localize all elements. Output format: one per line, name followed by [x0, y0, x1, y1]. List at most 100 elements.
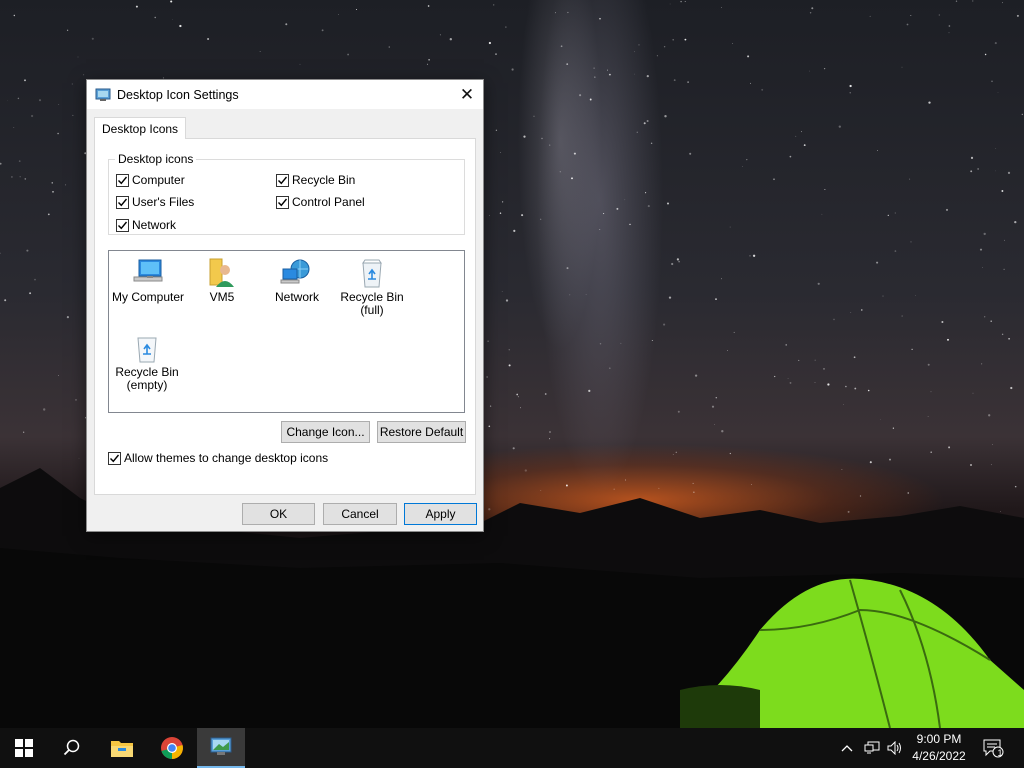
tab-panel: Desktop icons Computer Recycle Bin User'… — [94, 138, 476, 495]
change-icon-button[interactable]: Change Icon... — [281, 421, 370, 443]
start-button[interactable] — [0, 728, 48, 768]
star — [676, 258, 680, 261]
star — [911, 348, 913, 351]
star — [521, 214, 524, 217]
checkbox-box[interactable] — [116, 173, 129, 187]
star — [672, 39, 674, 41]
star — [135, 5, 138, 8]
star — [721, 278, 722, 280]
star — [995, 170, 996, 172]
computer-checkbox[interactable]: Computer — [116, 173, 185, 187]
star — [77, 56, 79, 58]
star — [599, 229, 601, 230]
clock-date[interactable]: 4/26/2022 — [906, 749, 972, 763]
star — [19, 176, 21, 178]
tab-desktop-icons[interactable]: Desktop Icons — [94, 117, 187, 139]
checkbox-box[interactable] — [276, 195, 289, 209]
star — [638, 44, 640, 46]
star — [52, 191, 54, 193]
star — [671, 262, 674, 266]
star — [18, 160, 21, 162]
star — [566, 63, 569, 65]
checkbox-box[interactable] — [116, 195, 129, 209]
star — [606, 69, 609, 71]
star — [867, 389, 870, 392]
cancel-button[interactable]: Cancel — [323, 503, 397, 525]
title-bar[interactable]: Desktop Icon Settings ✕ — [87, 80, 483, 109]
control-panel-checkbox[interactable]: Control Panel — [276, 195, 365, 209]
file-explorer-icon — [111, 741, 133, 757]
file-explorer-button[interactable] — [98, 728, 146, 768]
check-icon — [118, 221, 128, 229]
star — [517, 396, 519, 398]
star — [789, 155, 792, 158]
users-files-checkbox[interactable]: User's Files — [116, 195, 194, 209]
icon-item-network[interactable]: Network — [259, 257, 335, 304]
star — [667, 202, 669, 205]
check-icon — [278, 176, 288, 184]
restore-default-button[interactable]: Restore Default — [377, 421, 466, 443]
recycle-bin-checkbox[interactable]: Recycle Bin — [276, 173, 355, 187]
star — [910, 14, 912, 17]
chrome-button[interactable] — [148, 728, 196, 768]
recycle-bin-full-icon — [362, 259, 382, 288]
star — [541, 137, 543, 140]
star — [170, 0, 173, 3]
star — [66, 29, 69, 31]
star — [656, 55, 658, 57]
star — [355, 8, 358, 11]
desktop-settings-taskbar-button[interactable] — [197, 728, 245, 768]
icon-label: Recycle Bin (full) — [340, 290, 404, 317]
star — [533, 115, 535, 117]
icon-item-vm5[interactable]: VM5 — [184, 257, 260, 304]
star — [850, 312, 852, 313]
ok-button[interactable]: OK — [242, 503, 315, 525]
allow-themes-checkbox[interactable]: Allow themes to change desktop icons — [108, 451, 328, 465]
star — [947, 338, 949, 341]
star — [809, 70, 810, 72]
taskbar: 9:00 PM 4/26/2022 1 — [0, 728, 1024, 768]
show-hidden-icons-button[interactable] — [836, 728, 858, 768]
icon-label: My Computer — [111, 290, 185, 304]
star — [594, 76, 596, 78]
icon-item-my-computer[interactable]: My Computer — [110, 257, 186, 304]
group-label: Desktop icons — [115, 152, 197, 166]
star — [906, 23, 909, 26]
star — [684, 38, 687, 41]
star — [83, 74, 85, 76]
network-checkbox[interactable]: Network — [116, 218, 176, 232]
star — [449, 38, 452, 41]
star — [30, 114, 34, 118]
star — [972, 0, 974, 2]
star — [559, 171, 561, 173]
desktop-icons-group: Desktop icons Computer Recycle Bin User'… — [108, 152, 465, 235]
star — [43, 408, 46, 411]
checkbox-box[interactable] — [108, 451, 121, 465]
star — [673, 79, 676, 82]
network-status-button[interactable] — [860, 728, 884, 768]
star — [47, 213, 50, 216]
star — [720, 7, 722, 9]
icon-item-recycle-bin-empty[interactable]: Recycle Bin (empty) — [109, 332, 185, 392]
volume-button[interactable] — [884, 728, 906, 768]
star — [513, 229, 516, 232]
search-button[interactable] — [48, 728, 96, 768]
star — [948, 32, 950, 34]
star — [154, 16, 156, 19]
clock-time[interactable]: 9:00 PM — [906, 732, 972, 746]
star — [877, 150, 878, 152]
checkbox-box[interactable] — [116, 218, 129, 232]
star — [620, 342, 622, 344]
star — [955, 0, 958, 2]
check-icon — [110, 454, 120, 462]
icon-item-recycle-bin-full[interactable]: Recycle Bin (full) — [334, 257, 410, 317]
close-button[interactable]: ✕ — [451, 80, 483, 109]
star — [894, 212, 896, 214]
star — [785, 344, 787, 346]
star — [814, 382, 816, 383]
star — [10, 175, 13, 178]
action-center-button[interactable]: 1 — [978, 728, 1008, 768]
star — [608, 73, 611, 76]
checkbox-box[interactable] — [276, 173, 289, 187]
apply-button[interactable]: Apply — [404, 503, 477, 525]
